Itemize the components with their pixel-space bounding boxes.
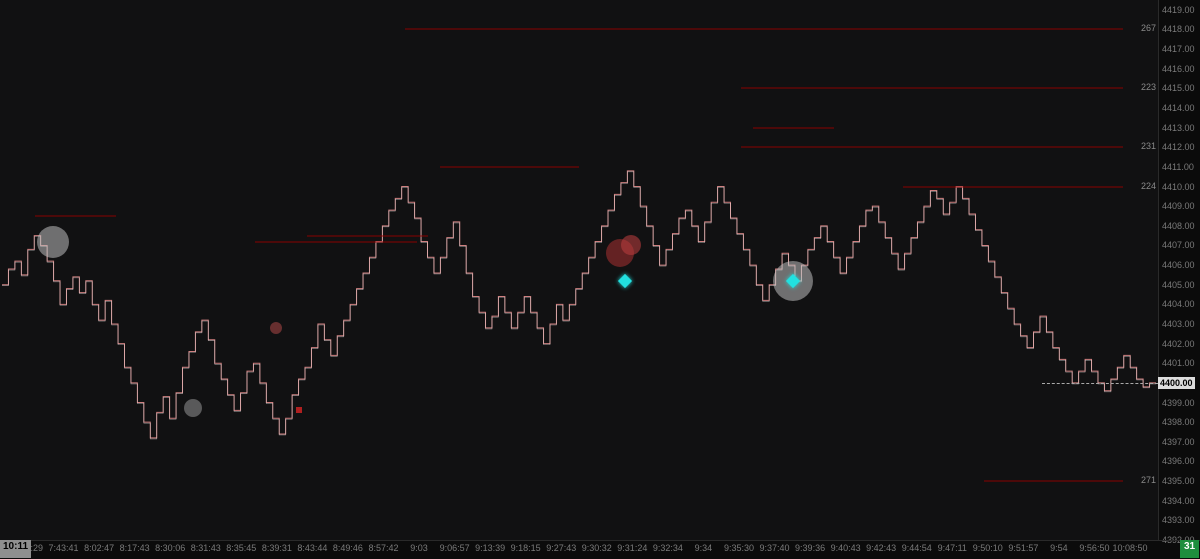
y-tick: 4408.00 — [1162, 221, 1195, 231]
x-tick: 9:31:24 — [617, 543, 647, 553]
y-tick: 4398.00 — [1162, 417, 1195, 427]
heat-band — [307, 235, 429, 237]
y-tick: 4405.00 — [1162, 280, 1195, 290]
y-axis: 4392.004393.004394.004395.004396.004397.… — [1158, 0, 1200, 540]
y-tick: 4394.00 — [1162, 496, 1195, 506]
orderflow-qty: 231 — [1141, 141, 1156, 151]
x-tick: 8:17:43 — [120, 543, 150, 553]
y-tick: 4399.00 — [1162, 398, 1195, 408]
x-tick: 10:08:50 — [1112, 543, 1147, 553]
x-tick: 9:32:34 — [653, 543, 683, 553]
x-tick: 9:18:15 — [511, 543, 541, 553]
trade-marker-square — [296, 407, 302, 413]
x-tick: 9:34 — [695, 543, 713, 553]
clock-box: 10:11 — [0, 540, 31, 558]
y-tick: 4406.00 — [1162, 260, 1195, 270]
price-plot-svg — [0, 0, 1158, 540]
heat-band — [984, 480, 1123, 482]
y-tick: 4396.00 — [1162, 456, 1195, 466]
y-tick: 4393.00 — [1162, 515, 1195, 525]
price-chart-area[interactable] — [0, 0, 1158, 540]
heat-band — [440, 166, 579, 168]
y-tick: 4416.00 — [1162, 64, 1195, 74]
x-tick: 8:02:47 — [84, 543, 114, 553]
x-tick: 9:13:39 — [475, 543, 505, 553]
last-price-line — [1042, 383, 1158, 384]
y-tick: 4401.00 — [1162, 358, 1195, 368]
y-tick: 4413.00 — [1162, 123, 1195, 133]
x-tick: 8:43:44 — [297, 543, 327, 553]
orderflow-qty: 271 — [1141, 475, 1156, 485]
x-tick: 9:51:57 — [1008, 543, 1038, 553]
x-tick: 8:35:45 — [226, 543, 256, 553]
y-tick: 4415.00 — [1162, 83, 1195, 93]
trade-marker-circle — [270, 322, 282, 334]
x-tick: 9:35:30 — [724, 543, 754, 553]
y-tick: 4414.00 — [1162, 103, 1195, 113]
x-tick: 8:49:46 — [333, 543, 363, 553]
x-tick: 9:42:43 — [866, 543, 896, 553]
x-tick: 8:30:06 — [155, 543, 185, 553]
x-axis: 7:19:297:43:418:02:478:17:438:30:068:31:… — [0, 540, 1200, 559]
x-tick: 9:30:32 — [582, 543, 612, 553]
heat-band — [741, 146, 1123, 148]
bar-countdown: 31 — [1180, 540, 1199, 558]
orderflow-qty: 267 — [1141, 23, 1156, 33]
heat-band — [405, 28, 1123, 30]
x-tick: 8:57:42 — [368, 543, 398, 553]
x-tick: 9:44:54 — [902, 543, 932, 553]
last-price-label: 4400.00 — [1158, 377, 1195, 389]
x-tick: 9:50:10 — [973, 543, 1003, 553]
y-tick: 4397.00 — [1162, 437, 1195, 447]
y-tick: 4407.00 — [1162, 240, 1195, 250]
x-tick: 8:39:31 — [262, 543, 292, 553]
x-tick: 9:40:43 — [831, 543, 861, 553]
x-tick: 7:43:41 — [49, 543, 79, 553]
y-tick: 4395.00 — [1162, 476, 1195, 486]
y-tick: 4418.00 — [1162, 24, 1195, 34]
y-tick: 4411.00 — [1162, 162, 1194, 172]
heat-band — [741, 87, 1123, 89]
x-tick: 9:39:36 — [795, 543, 825, 553]
x-tick: 9:27:43 — [546, 543, 576, 553]
x-tick: 9:37:40 — [760, 543, 790, 553]
y-tick: 4409.00 — [1162, 201, 1195, 211]
x-tick: 8:31:43 — [191, 543, 221, 553]
y-tick: 4404.00 — [1162, 299, 1195, 309]
trade-marker-circle — [184, 399, 202, 417]
heat-band — [903, 186, 1123, 188]
y-tick: 4410.00 — [1162, 182, 1195, 192]
y-tick: 4403.00 — [1162, 319, 1195, 329]
x-tick: 9:06:57 — [440, 543, 470, 553]
trade-marker-circle — [621, 235, 641, 255]
x-tick: 9:54 — [1050, 543, 1068, 553]
heat-band — [753, 127, 834, 129]
heat-band — [35, 215, 116, 217]
y-tick: 4417.00 — [1162, 44, 1195, 54]
heat-band — [255, 241, 417, 243]
orderflow-qty: 224 — [1141, 181, 1156, 191]
trade-marker-circle — [37, 226, 69, 258]
x-tick: 9:56:50 — [1079, 543, 1109, 553]
x-tick: 9:47:11 — [938, 543, 967, 553]
x-tick: 9:03 — [410, 543, 428, 553]
y-tick: 4402.00 — [1162, 339, 1195, 349]
y-tick: 4412.00 — [1162, 142, 1195, 152]
y-tick: 4419.00 — [1162, 5, 1195, 15]
orderflow-qty: 223 — [1141, 82, 1156, 92]
